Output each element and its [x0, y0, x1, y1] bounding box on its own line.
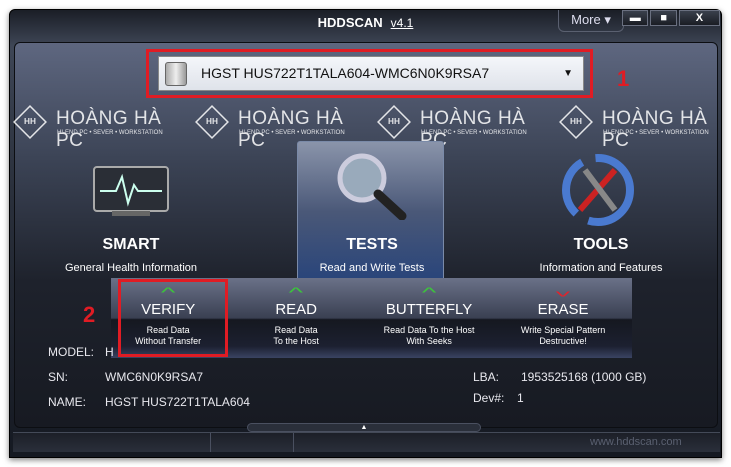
- close-button[interactable]: X: [678, 10, 720, 26]
- annotation-box-2: [118, 279, 228, 357]
- version-link[interactable]: v4.1: [391, 16, 414, 30]
- name-value: HGST HUS722T1TALA604: [105, 395, 250, 409]
- drive-select-value: HGST HUS722T1TALA604-WMC6N0K9RSA7: [201, 65, 490, 81]
- category-tests[interactable]: TESTS Read and Write Tests: [292, 236, 452, 274]
- name-label: NAME:: [48, 395, 87, 409]
- test-erase[interactable]: ^ ERASE Write Special Pattern Destructive!: [494, 278, 632, 358]
- model-value: H: [105, 345, 114, 359]
- lba-label: LBA:: [473, 370, 500, 384]
- watermark: HHHOÀNG HÀ PCHI-END PC • SEVER • WORKSTA…: [194, 105, 359, 151]
- health-monitor-icon: [93, 166, 169, 216]
- annotation-number-2: 2: [83, 302, 96, 327]
- dev-value: 1: [517, 391, 524, 405]
- sn-label: SN:: [48, 370, 69, 384]
- dev-label: Dev#:: [473, 391, 505, 405]
- lba-value: 1953525168 (1000 GB): [521, 370, 647, 384]
- annotation-number-1: 1: [617, 66, 630, 91]
- sn-value: WMC6N0K9RSA7: [105, 370, 204, 384]
- model-label: MODEL:: [48, 345, 95, 359]
- drive-select[interactable]: HGST HUS722T1TALA604-WMC6N0K9RSA7 ▼: [158, 56, 584, 91]
- category-smart[interactable]: SMART General Health Information: [51, 236, 211, 274]
- category-tools[interactable]: TOOLS Information and Features: [521, 236, 681, 274]
- tools-icon: [562, 154, 634, 226]
- chevron-down-icon: ^: [555, 284, 571, 300]
- website-link[interactable]: www.hddscan.com: [590, 436, 682, 448]
- watermark: HHHOÀNG HÀ PCHI-END PC • SEVER • WORKSTA…: [558, 105, 723, 151]
- magnifier-icon: [337, 153, 407, 220]
- maximize-button[interactable]: ■: [650, 10, 677, 26]
- more-button[interactable]: More ▾: [558, 10, 624, 32]
- app-title: HDDSCAN: [317, 15, 383, 30]
- chevron-down-icon: ▼: [563, 68, 573, 79]
- watermark: HHHOÀNG HÀ PCHI-END PC • SEVER • WORKSTA…: [12, 105, 177, 151]
- expand-handle[interactable]: ▲: [247, 423, 481, 432]
- hard-drive-icon: [165, 62, 187, 86]
- minimize-button[interactable]: ▬: [622, 10, 649, 26]
- watermark: HHHOÀNG HÀ PCHI-END PC • SEVER • WORKSTA…: [376, 105, 541, 151]
